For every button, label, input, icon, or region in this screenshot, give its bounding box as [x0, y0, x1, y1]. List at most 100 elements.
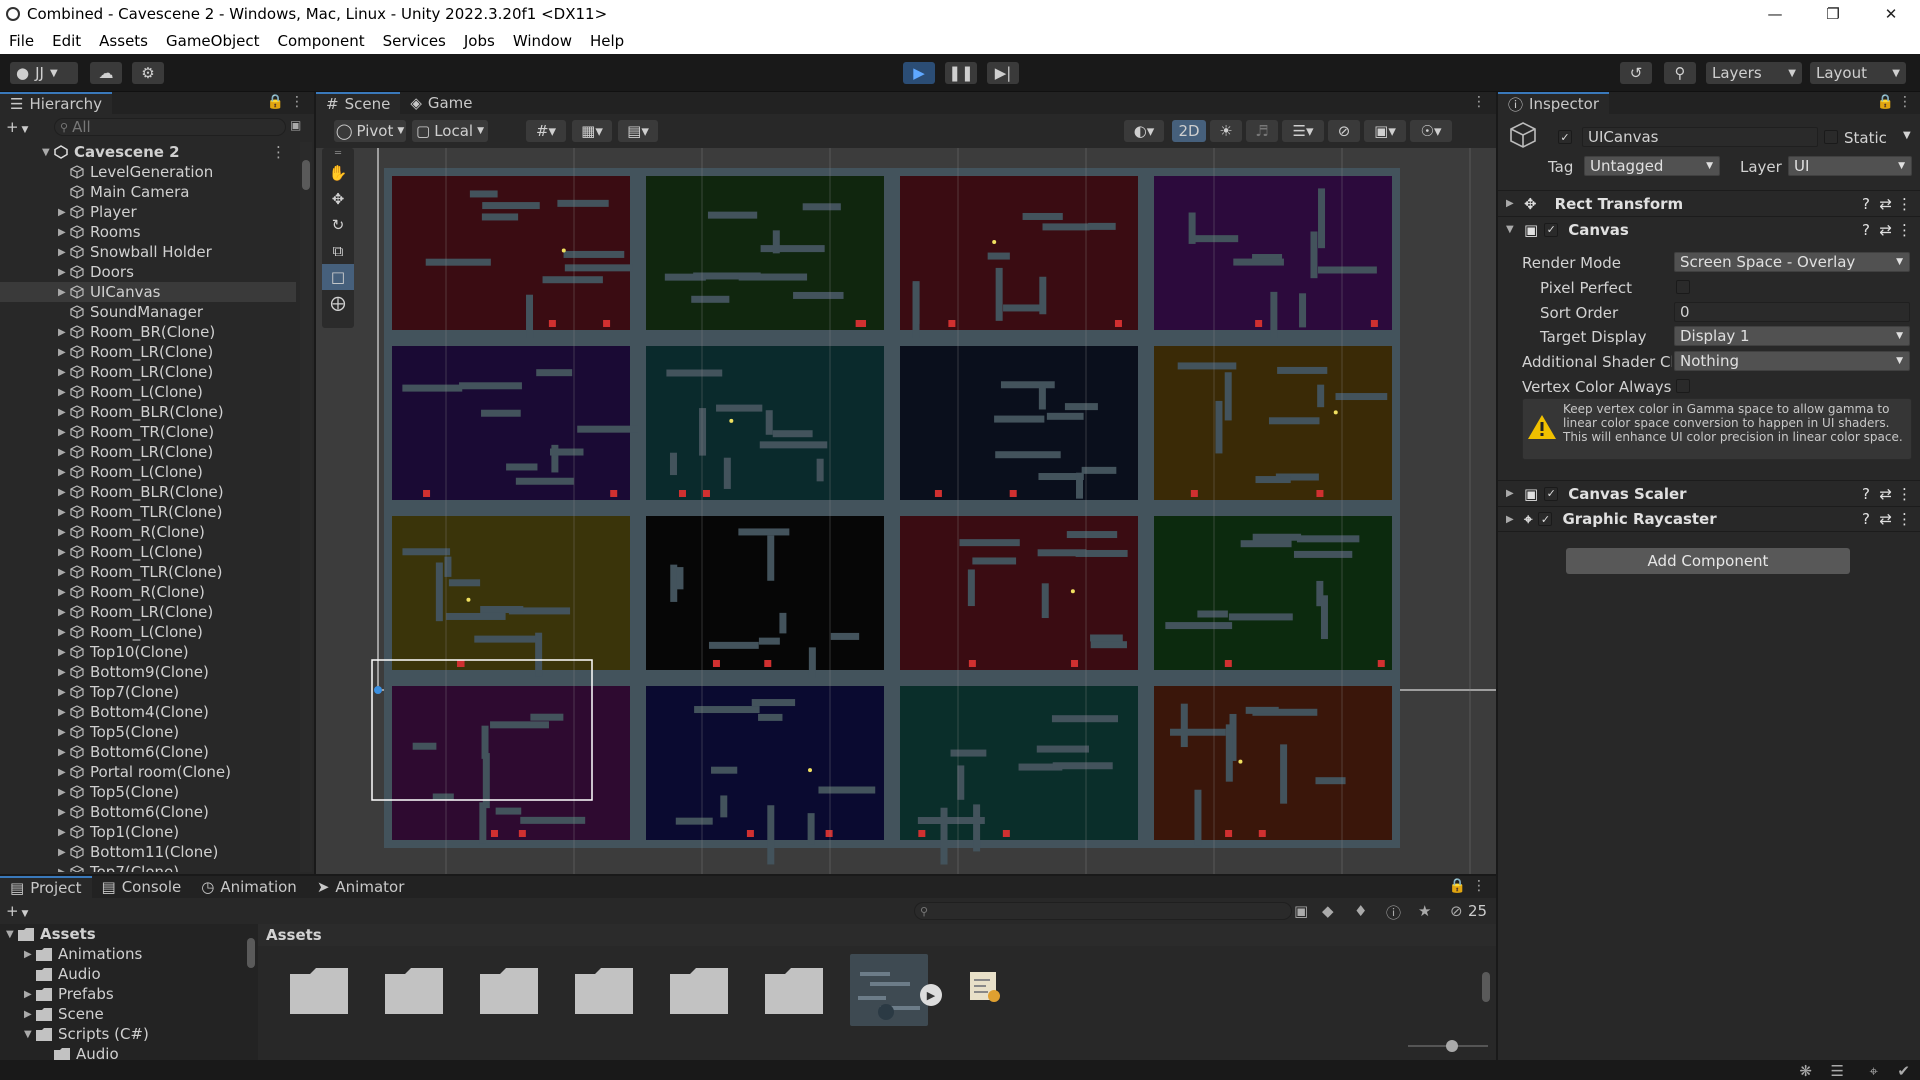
label-filter-icon[interactable]: ♦ — [1354, 902, 1367, 920]
hierarchy-item[interactable]: ▶ Room_L(Clone) — [0, 622, 296, 642]
hierarchy-item[interactable]: ▶ Top5(Clone) — [0, 722, 296, 742]
hierarchy-item[interactable]: ▶ Room_R(Clone) — [0, 522, 296, 542]
layout-dropdown[interactable]: Layout ▼ — [1810, 62, 1906, 84]
menu-gameobject[interactable]: GameObject — [157, 32, 269, 50]
draw-mode-dropdown[interactable]: ◐▾ — [1124, 120, 1164, 142]
minimize-icon[interactable]: — — [1746, 0, 1804, 28]
layer-dropdown[interactable]: UI ▼ — [1788, 156, 1912, 176]
breadcrumb[interactable]: Assets — [258, 924, 1496, 946]
hierarchy-item[interactable]: ▶ Room_BLR(Clone) — [0, 402, 296, 422]
scene-asset-thumbnail[interactable] — [850, 954, 928, 1026]
hierarchy-item[interactable]: ▶ Room_L(Clone) — [0, 542, 296, 562]
static-checkbox[interactable] — [1824, 130, 1838, 144]
hierarchy-item[interactable]: ▶ Portal room(Clone) — [0, 762, 296, 782]
shader-channels-dropdown[interactable]: Nothing ▼ — [1674, 351, 1910, 371]
tab-inspector[interactable]: ⓘ Inspector — [1498, 92, 1609, 114]
lock-icon[interactable]: 🔒 — [267, 94, 284, 110]
rect-transform-header[interactable]: ▶ ✥ Rect Transform ? ⇄ ⋮ — [1498, 190, 1920, 216]
expand-arrow-icon[interactable]: ▶ — [58, 607, 70, 618]
hierarchy-item[interactable]: ▶ Room_LR(Clone) — [0, 362, 296, 382]
menu-edit[interactable]: Edit — [43, 32, 90, 50]
preset-icon[interactable]: ⇄ — [1879, 195, 1892, 213]
hierarchy-item[interactable]: SoundManager — [0, 302, 296, 322]
expand-arrow-icon[interactable]: ▶ — [58, 727, 70, 738]
help-icon[interactable]: ? — [1862, 510, 1870, 528]
history-button[interactable]: ↺ — [1620, 62, 1652, 84]
more-menu-icon[interactable]: ⋮ — [271, 143, 286, 161]
type-filter-icon[interactable]: ◆ — [1322, 902, 1334, 920]
hierarchy-item[interactable]: LevelGeneration — [0, 162, 296, 182]
scene-row[interactable]: ▼ Cavescene 2 ⋮ — [0, 142, 296, 162]
expand-arrow-icon[interactable]: ▶ — [24, 1009, 36, 1020]
hierarchy-item[interactable]: Main Camera — [0, 182, 296, 202]
hierarchy-item[interactable]: ▶ Bottom6(Clone) — [0, 742, 296, 762]
expand-arrow-icon[interactable]: ▶ — [58, 467, 70, 478]
asset-grid-scrollbar[interactable] — [1480, 954, 1492, 1024]
expand-arrow-icon[interactable]: ▶ — [58, 287, 70, 298]
expand-arrow-icon[interactable]: ▶ — [58, 567, 70, 578]
more-menu-icon[interactable]: ⋮ — [1897, 510, 1912, 528]
layers-status-icon[interactable]: ☰ — [1831, 1062, 1844, 1080]
hierarchy-item[interactable]: ▶ UICanvas — [0, 282, 296, 302]
menu-services[interactable]: Services — [374, 32, 455, 50]
expand-arrow-icon[interactable]: ▶ — [58, 487, 70, 498]
expand-arrow-icon[interactable]: ▶ — [58, 627, 70, 638]
active-checkbox[interactable]: ✓ — [1558, 130, 1572, 144]
script-asset-icon[interactable] — [966, 968, 1002, 1004]
folder-icon[interactable] — [383, 964, 445, 1016]
layers-dropdown[interactable]: Layers ▼ — [1706, 62, 1802, 84]
expand-arrow-icon[interactable]: ▶ — [58, 527, 70, 538]
audio-button[interactable]: ♬ — [1246, 120, 1278, 142]
grid-snap-button[interactable]: #▾ — [526, 120, 566, 142]
hierarchy-item[interactable]: ▶ Bottom4(Clone) — [0, 702, 296, 722]
expand-arrow-icon[interactable]: ▶ — [58, 687, 70, 698]
search-options-icon[interactable]: ▣ — [1294, 902, 1308, 920]
project-tree-item[interactable]: ▶ Animations — [0, 944, 240, 964]
preset-icon[interactable]: ⇄ — [1879, 510, 1892, 528]
expand-arrow-icon[interactable]: ▶ — [58, 427, 70, 438]
expand-arrow-icon[interactable]: ▶ — [58, 227, 70, 238]
scene-canvas[interactable] — [316, 148, 1496, 874]
pivot-dropdown[interactable]: ◯ Pivot ▼ — [334, 120, 406, 142]
graphic-raycaster-header[interactable]: ▶ ⌖ ✓ Graphic Raycaster ? ⇄ ⋮ — [1498, 506, 1920, 532]
hand-tool-icon[interactable]: ✋ — [322, 160, 354, 186]
lighting-button[interactable]: ☀ — [1210, 120, 1242, 142]
expand-arrow-icon[interactable]: ▶ — [58, 807, 70, 818]
more-menu-icon[interactable]: ⋮ — [290, 94, 304, 110]
more-menu-icon[interactable]: ⋮ — [1898, 94, 1912, 110]
hidden-packages-icon[interactable]: ⊘ — [1450, 902, 1463, 920]
hierarchy-item[interactable]: ▶ Rooms — [0, 222, 296, 242]
move-tool-icon[interactable]: ✥ — [322, 186, 354, 212]
expand-arrow-icon[interactable]: ▶ — [58, 407, 70, 418]
camera-dropdown[interactable]: ▣▾ — [1364, 120, 1406, 142]
menu-assets[interactable]: Assets — [90, 32, 157, 50]
lock-icon[interactable]: 🔒 — [1877, 94, 1894, 110]
object-name-field[interactable]: UICanvas — [1582, 127, 1818, 147]
help-icon[interactable]: ? — [1862, 221, 1870, 239]
preset-icon[interactable]: ⇄ — [1879, 485, 1892, 503]
tag-dropdown[interactable]: Untagged ▼ — [1584, 156, 1720, 176]
drag-handle-icon[interactable]: ═ — [322, 148, 354, 160]
favorite-star-icon[interactable]: ★ — [1418, 902, 1431, 920]
tab-project[interactable]: ▤ Project — [0, 876, 92, 898]
more-menu-icon[interactable]: ⋮ — [1897, 485, 1912, 503]
more-menu-icon[interactable]: ⋮ — [1472, 878, 1486, 894]
expand-arrow-icon[interactable]: ▶ — [58, 267, 70, 278]
help-icon[interactable]: ? — [1862, 195, 1870, 213]
folder-icon[interactable] — [288, 964, 350, 1016]
expand-arrow-icon[interactable]: ▶ — [58, 507, 70, 518]
hierarchy-search-input[interactable]: ⚲ All — [54, 118, 286, 136]
folder-icon[interactable] — [668, 964, 730, 1016]
step-button[interactable]: ▶| — [987, 62, 1019, 84]
scrollbar-thumb[interactable] — [247, 938, 255, 968]
increment-snap-button[interactable]: ▤▾ — [618, 120, 658, 142]
canvas-scaler-header[interactable]: ▶ ▣ ✓ Canvas Scaler ? ⇄ ⋮ — [1498, 480, 1920, 506]
expand-arrow-icon[interactable]: ▶ — [58, 587, 70, 598]
expand-arrow-icon[interactable]: ▶ — [1506, 514, 1518, 525]
scrollbar-thumb[interactable] — [1482, 972, 1490, 1002]
create-button[interactable]: + ▼ — [6, 118, 36, 136]
menu-jobs[interactable]: Jobs — [455, 32, 504, 50]
expand-arrow-icon[interactable]: ▼ — [24, 1029, 36, 1040]
hierarchy-item[interactable]: ▶ Room_TLR(Clone) — [0, 562, 296, 582]
hierarchy-item[interactable]: ▶ Room_L(Clone) — [0, 382, 296, 402]
